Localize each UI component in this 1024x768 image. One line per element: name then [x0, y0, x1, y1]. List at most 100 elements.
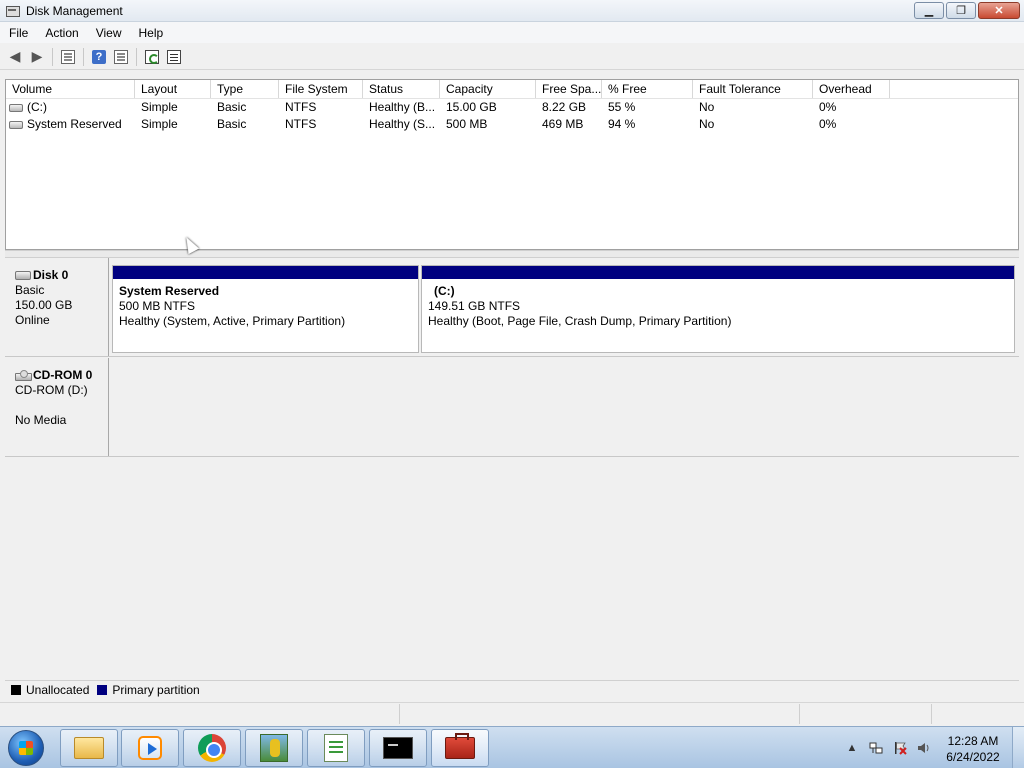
game-icon — [260, 734, 288, 762]
primary-partition-swatch — [97, 684, 108, 695]
properties-button[interactable] — [163, 47, 185, 67]
partition-status: Healthy (Boot, Page File, Crash Dump, Pr… — [428, 314, 732, 328]
column-overhead[interactable]: Overhead — [813, 80, 890, 98]
maximize-button[interactable]: ❐ — [946, 2, 976, 19]
disk-graphical-view: Disk 0 Basic 150.00 GB Online System Res… — [5, 258, 1019, 676]
window-title: Disk Management — [26, 3, 123, 18]
legend-primary-partition: Primary partition — [112, 682, 200, 697]
table-row[interactable]: (C:) Simple Basic NTFS Healthy (B... 15.… — [6, 99, 1018, 116]
back-arrow-icon: ◀ — [9, 48, 21, 64]
back-button[interactable]: ◀ — [4, 47, 26, 67]
column-percent-free[interactable]: % Free — [602, 80, 693, 98]
partition-c-drive[interactable]: (C:) 149.51 GB NTFS Healthy (Boot, Page … — [421, 265, 1015, 353]
cell-fault-tolerance: No — [699, 100, 715, 114]
cell-fault-tolerance: No — [699, 117, 715, 131]
cell-status: Healthy (S... — [369, 117, 436, 131]
taskbar-chrome[interactable] — [183, 729, 241, 767]
primary-partition-bar — [422, 266, 1014, 279]
cell-status: Healthy (B... — [369, 100, 436, 114]
disk-0-info[interactable]: Disk 0 Basic 150.00 GB Online — [5, 258, 109, 356]
disk-0-row: Disk 0 Basic 150.00 GB Online System Res… — [5, 258, 1019, 357]
forward-button[interactable]: ▶ — [26, 47, 48, 67]
menu-action[interactable]: Action — [36, 26, 86, 40]
menu-help[interactable]: Help — [130, 26, 172, 40]
folder-icon — [74, 737, 104, 759]
cell-type: Basic — [217, 100, 247, 114]
media-player-icon — [138, 736, 162, 760]
action-center-flag-icon[interactable] — [892, 740, 908, 756]
taskbar-computer-management[interactable] — [431, 729, 489, 767]
command-prompt-icon — [383, 737, 413, 759]
partition-system-reserved[interactable]: System Reserved 500 MB NTFS Healthy (Sys… — [112, 265, 419, 353]
disk-0-partitions: System Reserved 500 MB NTFS Healthy (Sys… — [110, 258, 1019, 356]
column-layout[interactable]: Layout — [135, 80, 211, 98]
disk-management-icon — [5, 4, 20, 18]
cell-percent-free: 55 % — [608, 100, 636, 114]
partition-name: System Reserved — [119, 284, 220, 298]
disk-state: No Media — [15, 413, 67, 427]
disk-name: Disk 0 — [33, 268, 69, 282]
taskbar-explorer[interactable] — [60, 729, 118, 767]
taskbar-command-prompt[interactable] — [369, 729, 427, 767]
disk-size — [15, 398, 108, 413]
partition-name: (C:) — [434, 284, 455, 298]
pane-splitter[interactable] — [5, 250, 1019, 258]
toolbar-separator — [83, 47, 84, 66]
column-file-system[interactable]: File System — [279, 80, 363, 98]
taskbar-clock[interactable]: 12:28 AM 6/24/2022 — [940, 733, 1006, 765]
disk-state: Online — [15, 313, 50, 327]
cell-volume: (C:) — [6, 99, 135, 116]
show-hide-console-tree-button[interactable] — [57, 47, 79, 67]
column-fault-tolerance[interactable]: Fault Tolerance — [693, 80, 813, 98]
menu-file[interactable]: File — [0, 26, 36, 40]
hard-disk-icon — [15, 271, 31, 280]
menu-bar: File Action View Help — [0, 22, 1024, 43]
help-button[interactable]: ? — [88, 47, 110, 67]
status-segment — [0, 704, 400, 724]
status-segment — [400, 704, 800, 724]
partition-details: (C:) 149.51 GB NTFS Healthy (Boot, Page … — [422, 279, 1014, 329]
help-icon: ? — [92, 49, 106, 64]
show-action-pane-button[interactable] — [110, 47, 132, 67]
start-button[interactable] — [8, 730, 44, 766]
column-type[interactable]: Type — [211, 80, 279, 98]
disk-0-name-line: Disk 0 — [15, 268, 108, 283]
close-button[interactable]: ✕ — [978, 2, 1020, 19]
toolbar-separator — [136, 47, 137, 66]
partition-status: Healthy (System, Active, Primary Partiti… — [119, 314, 346, 328]
cell-free-space: 8.22 GB — [542, 100, 587, 114]
drive-icon — [9, 103, 23, 112]
show-hidden-icons-icon[interactable]: ▲ — [844, 740, 860, 756]
column-volume[interactable]: Volume — [6, 80, 135, 98]
taskbar-media-player[interactable] — [121, 729, 179, 767]
minimize-button[interactable]: ▁ — [914, 2, 944, 19]
partition-legend: Unallocated Primary partition — [5, 680, 1019, 698]
taskbar-game[interactable] — [245, 729, 303, 767]
cell-file-system: NTFS — [285, 100, 317, 114]
table-row[interactable]: System Reserved Simple Basic NTFS Health… — [6, 116, 1018, 133]
column-free-space[interactable]: Free Spa... — [536, 80, 602, 98]
refresh-icon — [145, 49, 159, 64]
cell-type: Basic — [217, 117, 247, 131]
toolbox-icon — [445, 733, 475, 759]
volume-speaker-icon[interactable] — [916, 740, 932, 756]
chrome-icon — [198, 734, 226, 762]
menu-view[interactable]: View — [87, 26, 130, 40]
network-icon[interactable] — [868, 740, 884, 756]
action-pane-icon — [114, 49, 128, 64]
cell-layout: Simple — [141, 117, 178, 131]
taskbar-notepad[interactable] — [307, 729, 365, 767]
column-status[interactable]: Status — [363, 80, 440, 98]
volume-list[interactable]: Volume Layout Type File System Status Ca… — [5, 79, 1019, 250]
drive-icon — [9, 120, 23, 129]
cd-rom-icon — [15, 370, 32, 381]
show-desktop-button[interactable] — [1012, 727, 1024, 768]
unallocated-swatch — [11, 684, 21, 695]
notepad-icon — [324, 734, 348, 762]
refresh-button[interactable] — [141, 47, 163, 67]
system-tray: ▲ — [844, 733, 940, 763]
cell-overhead: 0% — [819, 100, 837, 114]
status-segment — [800, 704, 932, 724]
column-capacity[interactable]: Capacity — [440, 80, 536, 98]
cdrom-0-info[interactable]: CD-ROM 0 CD-ROM (D:) No Media — [5, 358, 109, 456]
